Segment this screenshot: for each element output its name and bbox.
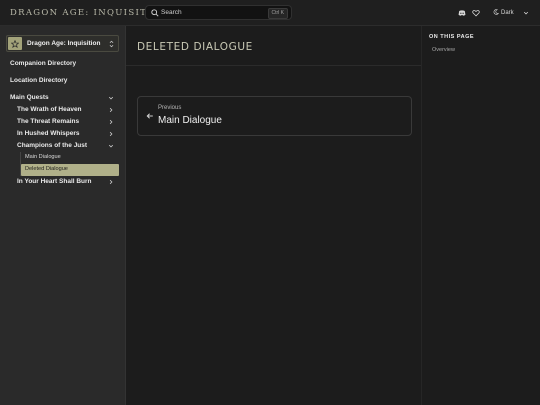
previous-label: Previous: [158, 105, 182, 111]
page-title: DELETED DIALOGUE: [137, 41, 253, 53]
chevron-right-icon[interactable]: [108, 107, 114, 113]
chevron-up-down-icon: [109, 40, 114, 48]
nav-main-quests[interactable]: Main Quests: [10, 94, 49, 101]
site-selector[interactable]: Dragon Age: Inquisition: [6, 35, 119, 52]
nav-companion-directory[interactable]: Companion Directory: [10, 60, 76, 67]
star-icon: [11, 39, 19, 48]
chevron-right-icon[interactable]: [108, 131, 114, 137]
theme-label: Dark: [501, 10, 514, 16]
toc-heading: ON THIS PAGE: [429, 34, 475, 40]
chevron-down-icon[interactable]: [108, 95, 114, 101]
toc-link-overview[interactable]: Overview: [432, 47, 455, 53]
chevron-down-icon[interactable]: [108, 143, 114, 149]
chevron-down-icon[interactable]: [523, 10, 529, 16]
nav-sub-deleted-dialogue[interactable]: Deleted Dialogue: [25, 166, 68, 172]
chevron-right-icon[interactable]: [108, 179, 114, 185]
chevron-right-icon[interactable]: [108, 119, 114, 125]
search-icon: [151, 9, 159, 17]
nav-quest-champions-of-the-just[interactable]: Champions of the Just: [17, 142, 87, 149]
nav-quest-heart-shall-burn[interactable]: In Your Heart Shall Burn: [17, 178, 92, 185]
heart-icon[interactable]: [472, 9, 480, 17]
nav-quest-hushed-whispers[interactable]: In Hushed Whispers: [17, 130, 79, 137]
theme-toggle[interactable]: Dark: [493, 9, 514, 16]
search-box[interactable]: Search Ctrl K: [145, 5, 292, 20]
toc-rail: [421, 26, 540, 405]
search-placeholder: Search: [161, 9, 182, 16]
nav-location-directory[interactable]: Location Directory: [10, 77, 67, 84]
search-shortcut: Ctrl K: [267, 8, 288, 19]
nav-quest-threat-remains[interactable]: The Threat Remains: [17, 118, 79, 125]
previous-page-link[interactable]: Previous Main Dialogue: [137, 96, 412, 136]
site-name: Dragon Age: Inquisition: [27, 40, 101, 47]
site-logo: [8, 37, 22, 50]
moon-icon: [493, 9, 499, 15]
discord-icon[interactable]: [458, 9, 466, 17]
top-bar: DRAGON AGE: INQUISITION Search Ctrl K Da…: [0, 0, 540, 26]
arrow-left-icon: [146, 113, 153, 119]
previous-title: Main Dialogue: [158, 115, 222, 126]
nav-sub-main-dialogue[interactable]: Main Dialogue: [25, 154, 61, 160]
nav-quest-wrath-of-heaven[interactable]: The Wrath of Heaven: [17, 106, 82, 113]
